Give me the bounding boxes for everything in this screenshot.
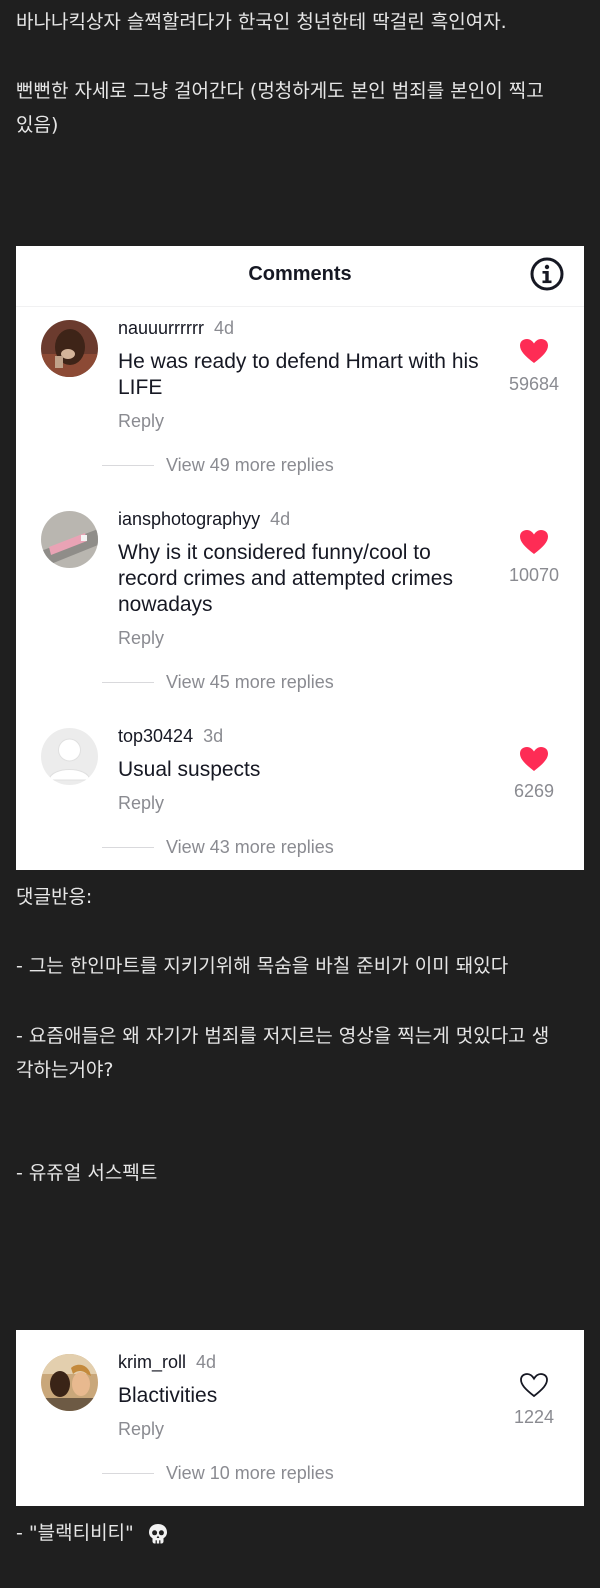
reply-button[interactable]: Reply (118, 1419, 164, 1440)
comments-title: Comments (248, 263, 352, 285)
view-more-replies-button[interactable]: View 49 more replies (166, 455, 334, 476)
post-line-2: 뻔뻔한 자세로 그냥 걸어간다 (멍청하게도 본인 범죄를 본인이 찍고 (16, 80, 544, 102)
comment-text: Why is it considered funny/cool to recor… (118, 541, 453, 616)
avatar[interactable] (41, 511, 98, 568)
like-count: 1224 (513, 1407, 555, 1427)
comments-panel: Comments nauuurrrrrr 4d He was ready to d… (16, 246, 584, 870)
heart-filled-icon[interactable] (519, 338, 549, 364)
avatar[interactable] (41, 1354, 98, 1411)
divider (102, 465, 154, 466)
info-icon[interactable] (530, 257, 564, 291)
avatar[interactable] (41, 320, 98, 377)
comment-card: krim_roll 4d Blactivities Reply 1224 View… (16, 1330, 584, 1506)
footer-line: - "블랙티비티" (16, 1517, 584, 1549)
comment-username[interactable]: nauuurrrrrr 4d (118, 318, 234, 339)
comment-username[interactable]: top30424 3d (118, 726, 223, 747)
heart-outline-icon[interactable] (519, 1372, 549, 1398)
reaction-text: - 유쥬얼 서스펙트 (16, 1162, 158, 1184)
reaction-text: 각하는거야? (16, 1059, 114, 1081)
reaction-text: - 그는 한인마트를 지키기위해 목숨을 바칠 준비가 이미 돼있다 (16, 955, 509, 977)
comment-age: 4d (214, 318, 235, 338)
comment-age: 4d (196, 1352, 217, 1372)
footer-text: - "블랙티비티" (16, 1522, 134, 1544)
avatar[interactable] (41, 728, 98, 785)
reply-button[interactable]: Reply (118, 628, 164, 649)
reaction-text: - 요즘애들은 왜 자기가 범죄를 저지르는 영상을 찍는게 멋있다고 생 (16, 1025, 550, 1047)
heart-filled-icon[interactable] (519, 746, 549, 772)
comment-text: Blactivities (118, 1384, 218, 1407)
view-more-replies-button[interactable]: View 45 more replies (166, 672, 334, 693)
divider (102, 847, 154, 848)
like-count: 59684 (508, 374, 560, 394)
view-more-replies-button[interactable]: View 43 more replies (166, 837, 334, 858)
view-more-replies-button[interactable]: View 10 more replies (166, 1463, 334, 1484)
skull-icon (148, 1523, 167, 1543)
post-line-1: 바나나킥상자 슬쩍할려다가 한국인 청년한테 딱걸린 흑인여자. (16, 11, 507, 33)
divider (102, 1473, 154, 1474)
reply-button[interactable]: Reply (118, 411, 164, 432)
reply-button[interactable]: Reply (118, 793, 164, 814)
post-line-3: 있음) (16, 114, 59, 136)
comment-text: He was ready to defend Hmart with his LI… (118, 350, 479, 399)
comments-header: Comments (16, 246, 584, 307)
comment-username[interactable]: iansphotographyy 4d (118, 509, 290, 530)
heart-filled-icon[interactable] (519, 529, 549, 555)
like-count: 6269 (513, 781, 555, 801)
divider (102, 682, 154, 683)
comment-age: 4d (270, 509, 291, 529)
comment-age: 3d (203, 726, 224, 746)
like-count: 10070 (508, 565, 560, 585)
comment-username[interactable]: krim_roll 4d (118, 1352, 216, 1373)
comment-text: Usual suspects (118, 758, 261, 781)
reactions-heading: 댓글반응: (16, 886, 93, 908)
